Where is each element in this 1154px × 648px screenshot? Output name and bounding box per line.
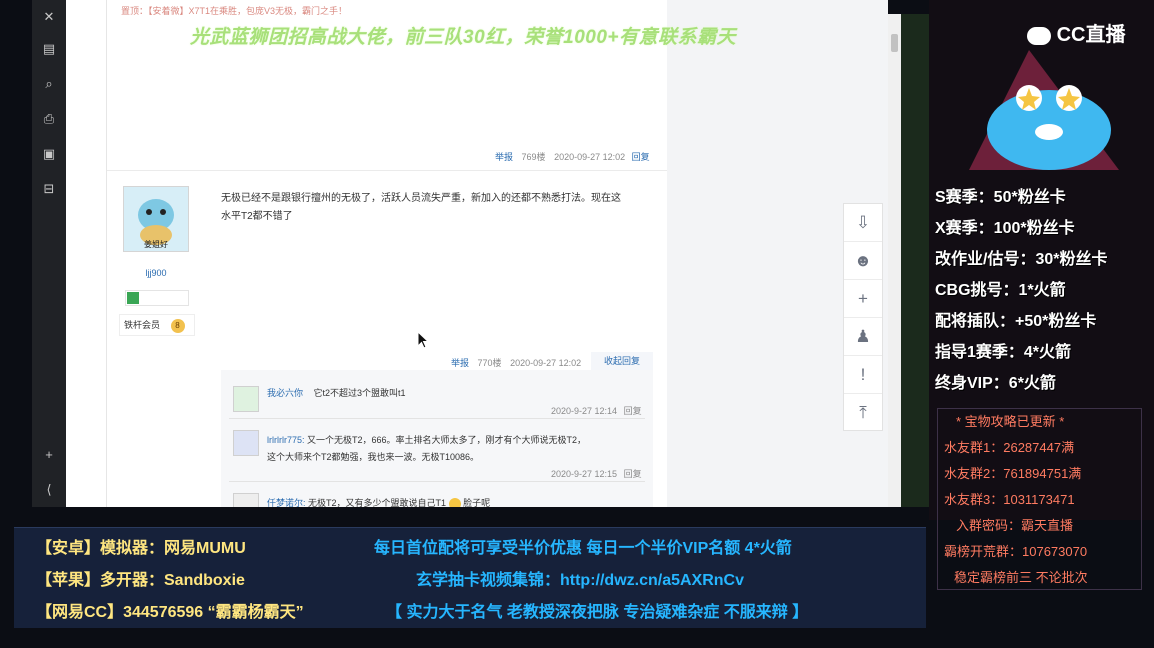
book-icon[interactable]: ▤ — [40, 40, 58, 58]
reply-link[interactable]: 回复 — [632, 152, 650, 162]
info-line: 稳定霸榜前三 不论批次 — [954, 570, 1088, 585]
add-icon[interactable]: + — [40, 446, 58, 464]
pinned-header: 置顶：【安着微】X7T1在乘胜，包庞V3无极，霸门之手！ — [121, 6, 348, 16]
price-line: CBG挑号：1*火箭 — [935, 282, 1066, 299]
price-line: 改作业/估号：30*粉丝卡 — [935, 251, 1108, 268]
avatar-caption: 姜姐好 — [144, 240, 168, 249]
bookmark-icon[interactable]: ✕ — [40, 8, 58, 26]
bottom-left-line: 【苹果】多开器：Sandboxie — [36, 572, 245, 589]
info-line: 水友群2：761894751满 — [944, 466, 1082, 481]
divider — [107, 170, 667, 171]
reply-text: 又一个无极T2，666。率土排名大师太多了，刚才有个大师说无极T2， — [307, 435, 587, 445]
thread-content: 置顶：【安着微】X7T1在乘胜，包庞V3无极，霸门之手！ 举报 769楼 202… — [106, 0, 668, 507]
plus-icon[interactable]: + — [844, 280, 882, 318]
reply-username[interactable]: lrlrlrlr775: — [267, 435, 305, 445]
group-info-box: * 宝物攻略已更新 * 水友群1：26287447满 水友群2：76189475… — [937, 408, 1142, 590]
post-time: 2020-09-27 12:02 — [510, 358, 582, 368]
bottom-margin — [0, 628, 1154, 648]
info-line: * 宝物攻略已更新 * — [956, 414, 1065, 429]
username-link[interactable]: ljj900 — [123, 268, 189, 278]
report-link[interactable]: 举报 — [495, 152, 513, 162]
forum-page: 置顶：【安着微】X7T1在乘胜，包庞V3无极，霸门之手！ 举报 769楼 202… — [66, 0, 888, 507]
floor-label: 769楼 — [521, 152, 546, 162]
bottom-center-line: 每日首位配将可享受半价优惠 每日一个半价VIP名额 4*火箭 — [374, 540, 792, 557]
level-icon: 8 — [170, 318, 185, 333]
post-meta-769: 举报 769楼 2020-09-27 12:02 回复 — [495, 150, 650, 163]
search-icon[interactable]: ⌕ — [40, 75, 58, 93]
download-icon[interactable]: ⇩ — [844, 204, 882, 242]
info-line: 水友群1：26287447满 — [944, 440, 1075, 455]
price-line: X赛季：100*粉丝卡 — [935, 220, 1075, 237]
reply-link[interactable]: 回复 — [624, 406, 642, 416]
reply-avatar[interactable] — [233, 430, 259, 456]
info-line: 霸榜开荒群：107673070 — [944, 544, 1088, 559]
bottom-center-line: 【 实力大于名气 老教授深夜把脉 专治疑难杂症 不服来辩 】 — [386, 604, 809, 621]
floating-toolbar: ⇩ ☻ + ♟ ! ⤒ — [843, 203, 883, 431]
cc-logo-text: CC直播 — [1056, 24, 1126, 46]
divider — [229, 481, 645, 482]
mascot-icon — [969, 50, 1119, 170]
list-item: 我必六你 它t2不超过3个盟敢叫t1 — [267, 386, 406, 399]
reply-time: 2020-9-27 12:14 — [551, 406, 618, 416]
face-icon[interactable]: ☻ — [844, 242, 882, 280]
post-meta-770: 举报 770楼 2020-09-27 12:02 — [451, 356, 581, 369]
side-toolbar: ✕ ▤ ⌕ ⎙ ▣ ⊟ + ⟨ — [32, 0, 66, 507]
post-line: 水平T2都不错了 — [221, 211, 293, 222]
cursor-icon — [417, 331, 429, 349]
report-link[interactable]: 举报 — [451, 358, 469, 368]
emoji-icon — [448, 497, 461, 507]
post-body: 无极已经不是跟银行擅州的无极了，活跃人员流失严重，新加入的还都不熟悉打法。现在这… — [221, 190, 661, 226]
reply-avatar[interactable] — [233, 386, 259, 412]
reply-meta: 2020-9-27 12:14 回复 — [551, 404, 642, 417]
avatar[interactable]: 姜姐好 — [123, 186, 189, 252]
feedback-icon[interactable]: ! — [844, 356, 882, 394]
price-line: S赛季：50*粉丝卡 — [935, 189, 1066, 206]
list-item: 仟梦诺尔: 无极T2，又有多少个盟敢说自己T1 脸子呢 — [267, 496, 490, 507]
reply-link[interactable]: 回复 — [624, 469, 642, 479]
price-line: 终身VIP：6*火箭 — [935, 375, 1056, 392]
translate-icon[interactable]: ⊟ — [40, 180, 58, 198]
info-line: 入群密码：霸天直播 — [956, 518, 1074, 533]
back-to-top-icon[interactable]: ⤒ — [844, 394, 882, 431]
info-line: 水友群3：1031173471 — [944, 492, 1075, 507]
badge-icon — [127, 292, 139, 304]
price-line: 配将插队：+50*粉丝卡 — [935, 313, 1097, 330]
member-label: 铁杆会员 — [124, 320, 161, 330]
cc-logo-icon — [1027, 26, 1051, 45]
bottom-left-line: 【网易CC】344576596 “霸霸杨霸天” — [36, 604, 304, 621]
collapse-label: 收起回复 — [603, 356, 640, 366]
scrollbar[interactable] — [888, 14, 901, 507]
reply-username[interactable]: 我必六你 — [267, 388, 303, 398]
stream-bottom-bar: 【安卓】模拟器：网易MUMU 【苹果】多开器：Sandboxie 【网易CC】3… — [14, 527, 926, 628]
user-icon[interactable]: ♟ — [844, 318, 882, 356]
reply-text: 它t2不超过3个盟敢叫t1 — [313, 388, 406, 398]
bottom-left-line: 【安卓】模拟器：网易MUMU — [36, 540, 246, 557]
cc-logo: CC直播 — [1027, 18, 1125, 47]
member-badge: 铁杆会员 8 — [119, 314, 195, 336]
list-item: lrlrlrlr775: 又一个无极T2，666。率土排名大师太多了，刚才有个大… — [267, 432, 586, 466]
collapse-replies-button[interactable]: 收起回复 — [591, 352, 653, 370]
divider — [229, 418, 645, 419]
floor-label: 770楼 — [477, 358, 502, 368]
reply-avatar[interactable] — [233, 493, 259, 507]
reply-text: 脸子呢 — [463, 498, 491, 507]
badge-strip — [125, 290, 189, 306]
reply-text: 无极T2，又有多少个盟敢说自己T1 — [308, 498, 447, 507]
price-line: 指导1赛季：4*火箭 — [935, 344, 1072, 361]
post-line: 无极已经不是跟银行擅州的无极了，活跃人员流失严重，新加入的还都不熟悉打法。现在这 — [221, 193, 621, 204]
reply-time: 2020-9-27 12:15 — [551, 469, 618, 479]
reply-text: 这个大师来个T2都勉强，我也来一波。无极T10086。 — [267, 452, 480, 462]
inbox-icon[interactable]: ⎙ — [40, 110, 58, 128]
scroll-thumb[interactable] — [891, 34, 898, 52]
reply-username[interactable]: 仟梦诺尔: — [267, 498, 306, 507]
background-strip — [901, 14, 929, 507]
collapse-icon[interactable]: ⟨ — [40, 481, 58, 499]
video-icon[interactable]: ▣ — [40, 145, 58, 163]
bottom-center-line: 玄学抽卡视频集锦：http://dwz.cn/a5AXRnCv — [416, 572, 745, 589]
post-time: 2020-09-27 12:02 — [554, 152, 626, 162]
recruit-banner: 光武蓝狮团招高战大佬，前三队30红，荣誉1000+有意联系霸天 — [190, 27, 736, 48]
reply-meta: 2020-9-27 12:15 回复 — [551, 467, 642, 480]
reply-list: 我必六你 它t2不超过3个盟敢叫t1 2020-9-27 12:14 回复 lr… — [221, 370, 653, 507]
